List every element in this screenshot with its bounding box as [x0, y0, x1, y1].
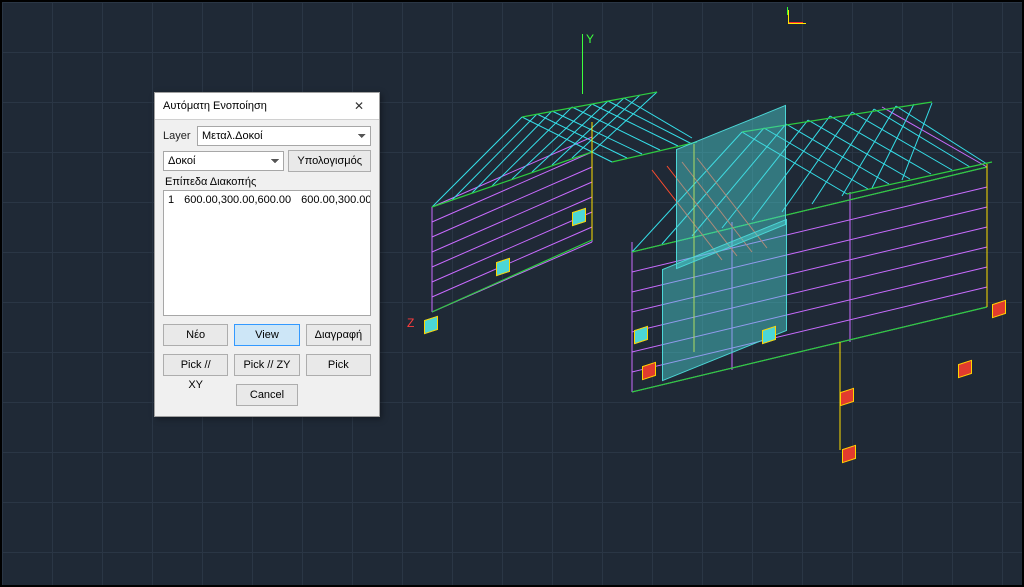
- dialog-title: Αυτόματη Ενοποίηση: [163, 100, 267, 112]
- delete-button[interactable]: Διαγραφή: [306, 324, 371, 346]
- element-type-select[interactable]: Δοκοί: [163, 151, 284, 171]
- dialog-titlebar[interactable]: Αυτόματη Ενοποίηση ✕: [155, 93, 379, 120]
- levels-listbox[interactable]: 1 600.00,300.00,600.00 600.00,300.00,0.0…: [163, 190, 371, 316]
- view-button[interactable]: View: [234, 324, 299, 346]
- list-item[interactable]: 1 600.00,300.00,600.00 600.00,300.00,0.0…: [166, 193, 368, 207]
- calculate-button[interactable]: Υπολογισμός: [288, 150, 371, 172]
- new-button[interactable]: Νέο: [163, 324, 228, 346]
- layer-select[interactable]: Μεταλ.Δοκοί: [197, 126, 371, 146]
- ucs-icon: [788, 10, 806, 24]
- pick-zy-button[interactable]: Pick // ZY: [234, 354, 299, 376]
- pick-xy-button[interactable]: Pick // XY: [163, 354, 228, 376]
- axis-y-label: Y: [586, 32, 594, 46]
- cancel-button[interactable]: Cancel: [236, 384, 298, 406]
- auto-merge-dialog: Αυτόματη Ενοποίηση ✕ Layer Μεταλ.Δοκοί Δ…: [154, 92, 380, 417]
- layer-label: Layer: [163, 130, 193, 142]
- cad-viewport[interactable]: Y Z: [0, 0, 1024, 587]
- levels-label: Επίπεδα Διακοπής: [165, 176, 371, 188]
- pick-button[interactable]: Pick: [306, 354, 371, 376]
- close-icon[interactable]: ✕: [345, 97, 373, 115]
